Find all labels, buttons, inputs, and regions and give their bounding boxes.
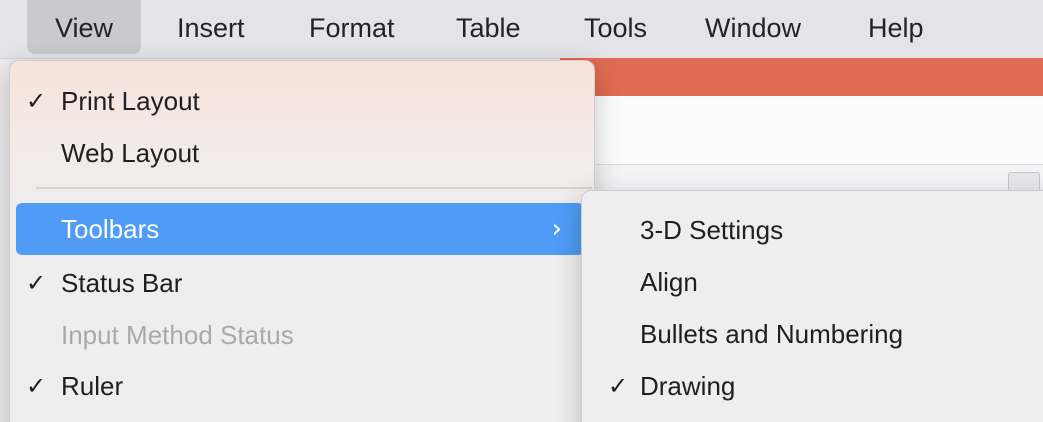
submenu-item-drawing[interactable]: ✓ Drawing <box>588 360 1043 412</box>
menu-item-label: 3-D Settings <box>640 215 784 245</box>
menu-tools[interactable]: Tools <box>584 0 647 54</box>
view-menu: ✓ Print Layout Web Layout Toolbars › ✓ S… <box>9 60 595 422</box>
menu-insert[interactable]: Insert <box>177 0 245 54</box>
menu-item-label: Toolbars <box>61 214 160 244</box>
menu-bar-edge <box>0 14 6 44</box>
menu-window[interactable]: Window <box>705 0 801 54</box>
menu-item-label: Ruler <box>61 371 124 401</box>
menu-format[interactable]: Format <box>309 0 395 54</box>
menu-item-label: Input Method Status <box>61 320 294 350</box>
toolbars-submenu: 3-D Settings Align Bullets and Numbering… <box>581 190 1043 422</box>
menu-view[interactable]: View <box>27 0 142 54</box>
submenu-item-align[interactable]: Align <box>588 256 1043 308</box>
menu-item-label: Drawing <box>640 371 736 401</box>
menu-separator <box>36 187 592 189</box>
screen: View Insert Format Table Tools Window He… <box>0 0 1043 422</box>
submenu-item-bullets-and-numbering[interactable]: Bullets and Numbering <box>588 308 1043 360</box>
chevron-right-icon: › <box>551 214 562 244</box>
menu-item-label: Align <box>640 267 698 297</box>
menu-item-label: Web Layout <box>61 138 200 168</box>
menu-item-web-layout[interactable]: Web Layout <box>16 127 584 179</box>
menu-item-status-bar[interactable]: ✓ Status Bar <box>16 257 584 309</box>
menu-item-label: Bullets and Numbering <box>640 319 904 349</box>
checkmark-icon: ✓ <box>608 372 629 400</box>
submenu-item-3d-settings[interactable]: 3-D Settings <box>588 204 1043 256</box>
menu-table[interactable]: Table <box>456 0 521 54</box>
menu-item-toolbars[interactable]: Toolbars › <box>16 203 584 255</box>
menu-item-print-layout[interactable]: ✓ Print Layout <box>16 75 584 127</box>
document-ribbon <box>560 96 1043 165</box>
checkmark-icon: ✓ <box>26 269 47 297</box>
menu-item-label: Print Layout <box>61 86 200 116</box>
document-title-bar <box>560 58 1043 96</box>
menu-item-label: Status Bar <box>61 268 183 298</box>
menu-bar: View Insert Format Table Tools Window He… <box>0 0 1043 59</box>
checkmark-icon: ✓ <box>26 372 47 400</box>
menu-item-input-method-status: Input Method Status <box>16 309 584 361</box>
menu-item-ruler[interactable]: ✓ Ruler <box>16 360 584 412</box>
menu-help[interactable]: Help <box>868 0 924 54</box>
checkmark-icon: ✓ <box>26 87 47 115</box>
